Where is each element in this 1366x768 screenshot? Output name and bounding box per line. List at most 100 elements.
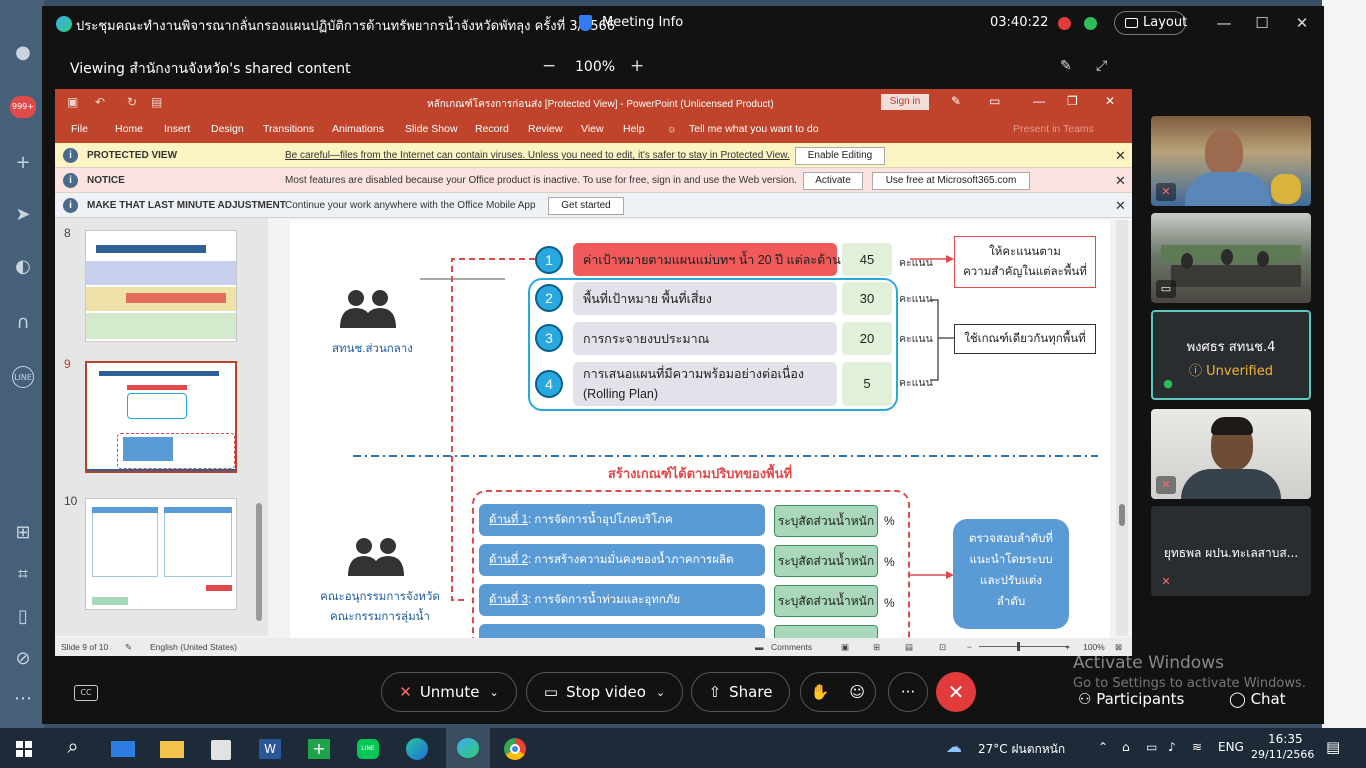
annotate-icon[interactable]: ✎ bbox=[1060, 58, 1072, 74]
slideshow-view-icon: ⊡ bbox=[939, 642, 947, 652]
start-button[interactable] bbox=[10, 734, 40, 762]
connection-icon[interactable] bbox=[1084, 17, 1097, 30]
participant-tile-1[interactable]: ✕ bbox=[1151, 116, 1311, 206]
slide-thumbnail-8 bbox=[85, 230, 237, 342]
participant-tile-3[interactable]: พงศธร สทนช.4 ⓘ Unverified ● bbox=[1151, 310, 1311, 400]
verify-line4: ลำดับ bbox=[996, 596, 1026, 608]
clock-date[interactable]: 29/11/2566 bbox=[1251, 748, 1314, 761]
undo-icon: ↶ bbox=[95, 95, 106, 109]
group1-label: สทนช.ส่วนกลาง bbox=[332, 343, 413, 355]
line-icon: LINE bbox=[12, 366, 34, 388]
zoom-plus-icon: + bbox=[1065, 642, 1070, 652]
ppt-tab-file: File bbox=[71, 123, 88, 135]
zoom-slider-thumb bbox=[1017, 642, 1020, 651]
network-icon[interactable]: ⌂ bbox=[1122, 740, 1130, 754]
chat-icon: ◐ bbox=[15, 256, 31, 277]
mail-icon[interactable] bbox=[108, 734, 138, 762]
reactions-icon[interactable]: ☺ bbox=[849, 683, 865, 701]
notice-message: Most features are disabled because your … bbox=[285, 175, 797, 186]
close-button[interactable]: ✕ bbox=[1292, 13, 1312, 33]
criterion-text-2: (Rolling Plan) bbox=[583, 387, 659, 401]
taskbar: ⌕ W + LINE ☁ 27°C ฝนตกหนัก ⌃ ⌂ ▭ ♪ ≋ ENG… bbox=[0, 728, 1366, 768]
enable-editing-button: Enable Editing bbox=[795, 147, 885, 165]
zoom-in-button[interactable]: + bbox=[630, 56, 644, 76]
reactions-group[interactable]: ✋ ☺ bbox=[800, 672, 876, 712]
screen-share-icon: ▭ bbox=[1156, 280, 1176, 298]
ppt-tab-animations: Animations bbox=[332, 123, 384, 135]
adjustment-bar: i MAKE THAT LAST MINUTE ADJUSTMENT Conti… bbox=[55, 193, 1132, 218]
word-icon[interactable]: W bbox=[255, 734, 285, 762]
close-adjust-icon: ✕ bbox=[1115, 198, 1126, 213]
stop-video-button[interactable]: ▭ Stop video ⌄ bbox=[526, 672, 683, 712]
edge-icon[interactable] bbox=[402, 734, 432, 762]
thumb-number: 9 bbox=[64, 357, 71, 371]
zoom-out-button[interactable]: − bbox=[542, 56, 556, 76]
layout-button[interactable]: Layout bbox=[1114, 11, 1187, 35]
captions-button[interactable]: CC bbox=[74, 685, 98, 701]
volume-icon[interactable]: ♪ bbox=[1168, 740, 1176, 754]
meeting-info-button[interactable]: Meeting Info bbox=[602, 15, 683, 30]
raise-hand-icon[interactable]: ✋ bbox=[811, 683, 830, 701]
ppt-tab-home: Home bbox=[115, 123, 144, 135]
webex-window: ประชุมคณะทำงานพิจารณากลั่นกรองแผนปฏิบัติ… bbox=[42, 6, 1324, 724]
side-text: : การจัดการน้ำอุปโภคบริโภค bbox=[527, 514, 673, 526]
unit-label: คะแนน bbox=[899, 293, 933, 305]
lightbulb-icon: ☼ bbox=[667, 123, 677, 135]
minimize-button[interactable]: — bbox=[1214, 13, 1234, 33]
webex-app-icon[interactable] bbox=[446, 728, 490, 768]
pen-icon: ✎ bbox=[951, 94, 962, 108]
share-label: Share bbox=[729, 683, 773, 701]
participant-tile-4[interactable]: ✕ bbox=[1151, 409, 1311, 499]
line-app-icon[interactable]: LINE bbox=[353, 734, 383, 762]
weather-label[interactable]: 27°C ฝนตกหนัก bbox=[978, 740, 1065, 759]
sorter-view-icon: ⊞ bbox=[873, 642, 881, 652]
shared-powerpoint: ▣ ↶ ↻ ▤ หลักเกณฑ์โครงการก่อนส่ง [Protect… bbox=[55, 89, 1132, 656]
search-icon[interactable]: ⌕ bbox=[58, 734, 88, 762]
note-box-1: ให้คะแนนตาม ความสำคัญในแต่ละพื้นที่ bbox=[954, 236, 1096, 288]
criterion-number: 2 bbox=[535, 284, 563, 312]
participant-tile-2[interactable]: ▭ bbox=[1151, 213, 1311, 303]
leave-meeting-button[interactable]: ✕ bbox=[936, 672, 976, 712]
side-bar-partial bbox=[479, 624, 765, 638]
maximize-button[interactable]: ☐ bbox=[1252, 13, 1272, 33]
fullscreen-icon[interactable]: ⤢ bbox=[1096, 58, 1107, 74]
notifications-icon[interactable]: ▤ bbox=[1326, 738, 1340, 756]
share-button[interactable]: ⇧ Share bbox=[691, 672, 790, 712]
side-bar: ด้านที่ 1 : การจัดการน้ำอุปโภคบริโภค bbox=[479, 504, 765, 536]
criterion-number: 1 bbox=[535, 246, 563, 274]
unmute-button[interactable]: ✕ Unmute ⌄ bbox=[381, 672, 517, 712]
criterion-bar: การเสนอแผนที่มีความพร้อมอย่างต่อเนื่อง (… bbox=[573, 362, 837, 406]
section-title: สร้างเกณฑ์ได้ตามปริบทของพื้นที่ bbox=[607, 466, 793, 481]
participant-tile-5[interactable]: ยุทธพล ผปน.ทะเลสาบส... ✕ bbox=[1151, 506, 1311, 596]
more-options-button[interactable]: ··· bbox=[888, 672, 928, 712]
unit-label: คะแนน bbox=[899, 333, 933, 345]
side-text: : การสร้างความมั่นคงของน้ำภาคการผลิต bbox=[527, 554, 734, 566]
battery-icon[interactable]: ▭ bbox=[1146, 740, 1157, 754]
title-bar: ประชุมคณะทำงานพิจารณากลั่นกรองแผนปฏิบัติ… bbox=[42, 6, 1324, 42]
notes-icon: ✎ bbox=[125, 642, 133, 652]
file-explorer-icon[interactable] bbox=[157, 734, 187, 762]
clock-time[interactable]: 16:35 bbox=[1268, 732, 1303, 746]
adjust-heading: MAKE THAT LAST MINUTE ADJUSTMENT bbox=[87, 200, 286, 211]
wifi-icon[interactable]: ≋ bbox=[1192, 740, 1202, 754]
share-header: Viewing สำนักงานจังหวัด's shared content… bbox=[42, 50, 1132, 86]
unverified-label: Unverified bbox=[1206, 364, 1273, 379]
participants-button[interactable]: ⚇ Participants bbox=[1078, 690, 1184, 708]
side-bar: ด้านที่ 2 : การสร้างความมั่นคงของน้ำภาคก… bbox=[479, 544, 765, 576]
chat-button[interactable]: ◯ Chat bbox=[1229, 690, 1286, 708]
ppt-tab-help: Help bbox=[623, 123, 645, 135]
verify-line3: และปรับแต่ง bbox=[980, 575, 1042, 587]
slide-thumbnail-9 bbox=[85, 361, 237, 473]
meeting-timer: 03:40:22 bbox=[990, 15, 1049, 30]
weight-box: ระบุสัดส่วนน้ำหนัก bbox=[774, 545, 878, 577]
input-language[interactable]: ENG bbox=[1218, 740, 1244, 754]
reading-view-icon: ▤ bbox=[905, 642, 914, 652]
app-plus-icon[interactable]: + bbox=[304, 734, 334, 762]
store-icon[interactable] bbox=[206, 734, 236, 762]
recording-icon[interactable] bbox=[1058, 17, 1071, 30]
group2-label-1: คณะอนุกรรมการจังหวัด bbox=[320, 591, 440, 603]
chrome-icon[interactable] bbox=[500, 734, 530, 762]
criterion-number: 3 bbox=[535, 324, 563, 352]
tray-chevron-up-icon[interactable]: ⌃ bbox=[1098, 740, 1108, 754]
ppt-restore-icon: ❐ bbox=[1067, 94, 1078, 108]
